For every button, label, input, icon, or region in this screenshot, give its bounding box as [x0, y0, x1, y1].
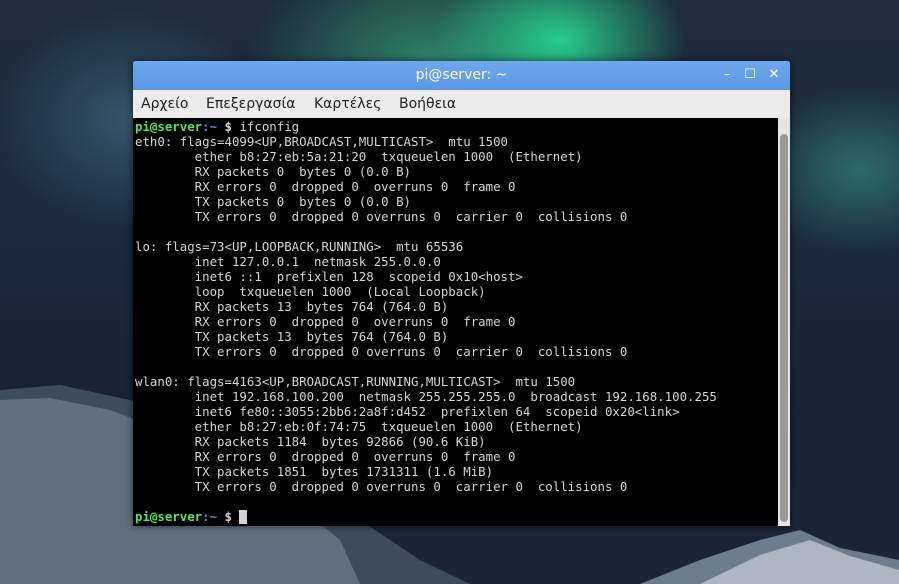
terminal-output-line: RX errors 0 dropped 0 overruns 0 frame 0 — [135, 179, 516, 194]
terminal-output-line: RX errors 0 dropped 0 overruns 0 frame 0 — [135, 314, 516, 329]
prompt-user-host: pi@server — [135, 509, 203, 524]
terminal-output-line: loop txqueuelen 1000 (Local Loopback) — [135, 284, 486, 299]
terminal-output-line: inet6 fe80::3055:2bb6:2a8f:d452 prefixle… — [135, 404, 680, 419]
terminal-output-line: RX packets 0 bytes 0 (0.0 B) — [135, 164, 412, 179]
terminal-window: pi@server: ~ – ☐ ✕ Αρχείο Επεξεργασία Κα… — [133, 61, 790, 526]
terminal-output-line: TX errors 0 dropped 0 overruns 0 carrier… — [135, 344, 628, 359]
terminal-output-line: eth0: flags=4099<UP,BROADCAST,MULTICAST>… — [135, 134, 508, 149]
terminal-output-line: ether b8:27:eb:5a:21:20 txqueuelen 1000 … — [135, 149, 583, 164]
prompt-user-host: pi@server — [135, 119, 203, 134]
maximize-button[interactable]: ☐ — [743, 68, 757, 82]
prompt-path: :~ — [202, 509, 218, 524]
window-title: pi@server: ~ — [415, 67, 508, 83]
terminal-output[interactable]: pi@server:~ $ ifconfig eth0: flags=4099<… — [133, 118, 778, 526]
terminal-output-line: RX errors 0 dropped 0 overruns 0 frame 0 — [135, 449, 516, 464]
menu-help[interactable]: Βοήθεια — [399, 90, 456, 118]
terminal-output-line: wlan0: flags=4163<UP,BROADCAST,RUNNING,M… — [135, 374, 576, 389]
prompt-symbol: $ — [217, 119, 240, 134]
terminal-output-line: TX errors 0 dropped 0 overruns 0 carrier… — [135, 479, 628, 494]
command-text: ifconfig — [239, 119, 300, 134]
minimize-button[interactable]: – — [720, 68, 734, 82]
menu-edit[interactable]: Επεξεργασία — [206, 90, 295, 118]
scrollbar-thumb[interactable] — [780, 134, 788, 522]
terminal-output-line: TX packets 13 bytes 764 (764.0 B) — [135, 329, 449, 344]
terminal-output-line: lo: flags=73<UP,LOOPBACK,RUNNING> mtu 65… — [135, 239, 464, 254]
close-button[interactable]: ✕ — [767, 68, 781, 82]
terminal-output-line: inet 192.168.100.200 netmask 255.255.255… — [135, 389, 717, 404]
current-prompt-line: pi@server:~ $ — [135, 509, 717, 524]
terminal-output-line: TX packets 0 bytes 0 (0.0 B) — [135, 194, 412, 209]
terminal-output-line: TX errors 0 dropped 0 overruns 0 carrier… — [135, 209, 628, 224]
menu-bar: Αρχείο Επεξεργασία Καρτέλες Βοήθεια — [133, 90, 790, 119]
command-line: pi@server:~ $ ifconfig — [135, 119, 717, 134]
terminal-output-line: RX packets 13 bytes 764 (764.0 B) — [135, 299, 449, 314]
terminal-output-line: inet6 ::1 prefixlen 128 scopeid 0x10<hos… — [135, 269, 523, 284]
menu-tabs[interactable]: Καρτέλες — [314, 90, 381, 118]
title-bar[interactable]: pi@server: ~ – ☐ ✕ — [133, 61, 790, 90]
terminal-output-line: RX packets 1184 bytes 92866 (90.6 KiB) — [135, 434, 486, 449]
prompt-path: :~ — [202, 119, 218, 134]
text-cursor — [239, 510, 248, 524]
terminal-output-line: ether b8:27:eb:0f:74:75 txqueuelen 1000 … — [135, 419, 583, 434]
terminal-output-line: TX packets 1851 bytes 1731311 (1.6 MiB) — [135, 464, 494, 479]
terminal-output-line: inet 127.0.0.1 netmask 255.0.0.0 — [135, 254, 441, 269]
prompt-symbol: $ — [217, 509, 240, 524]
terminal-scrollbar[interactable] — [778, 118, 790, 526]
menu-file[interactable]: Αρχείο — [141, 90, 188, 118]
